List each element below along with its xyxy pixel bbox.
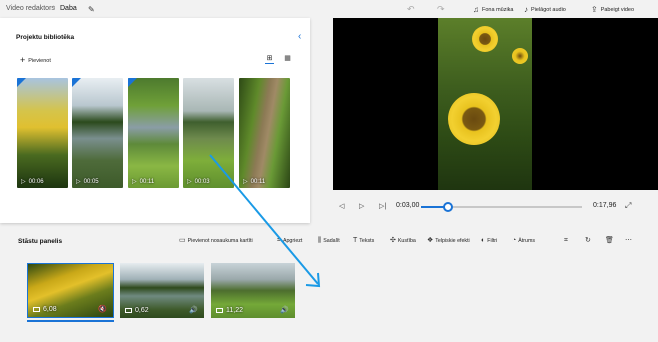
drag-arrow-annotation xyxy=(209,154,321,288)
